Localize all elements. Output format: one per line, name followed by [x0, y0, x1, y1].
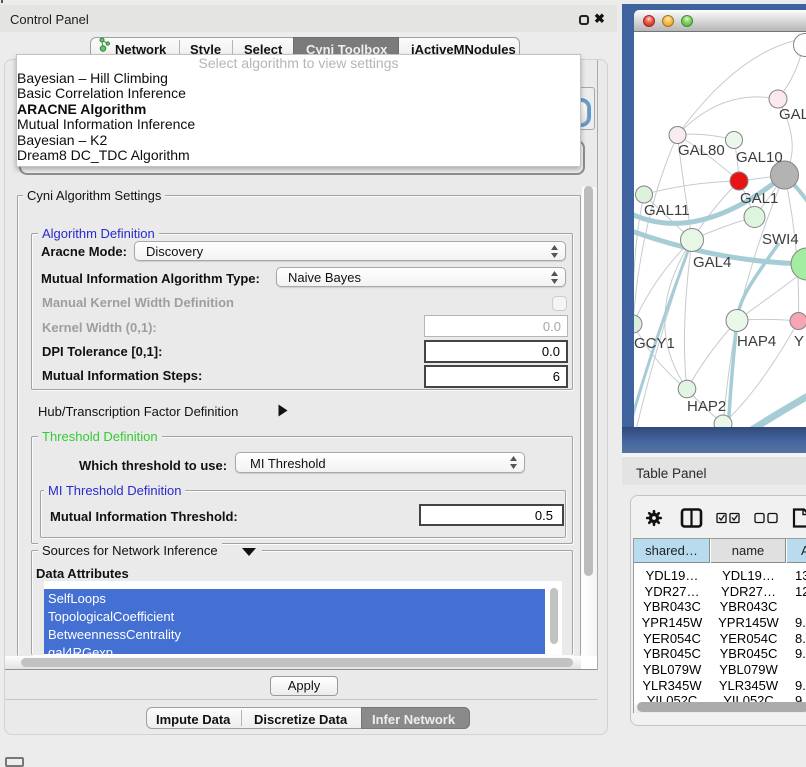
svg-text:SWI4: SWI4 — [762, 231, 799, 248]
svg-text:GAL7: GAL7 — [779, 106, 806, 123]
svg-text:HAP2: HAP2 — [687, 398, 726, 415]
svg-text:Y: Y — [794, 333, 804, 350]
svg-text:GCY1: GCY1 — [634, 335, 675, 352]
svg-text:GAL11: GAL11 — [644, 202, 690, 219]
svg-text:GAL1: GAL1 — [740, 190, 778, 207]
svg-text:GAL4: GAL4 — [693, 254, 731, 271]
svg-text:GAL80: GAL80 — [678, 142, 725, 159]
svg-text:GAL10: GAL10 — [736, 149, 783, 166]
svg-text:HAP4: HAP4 — [737, 333, 776, 350]
